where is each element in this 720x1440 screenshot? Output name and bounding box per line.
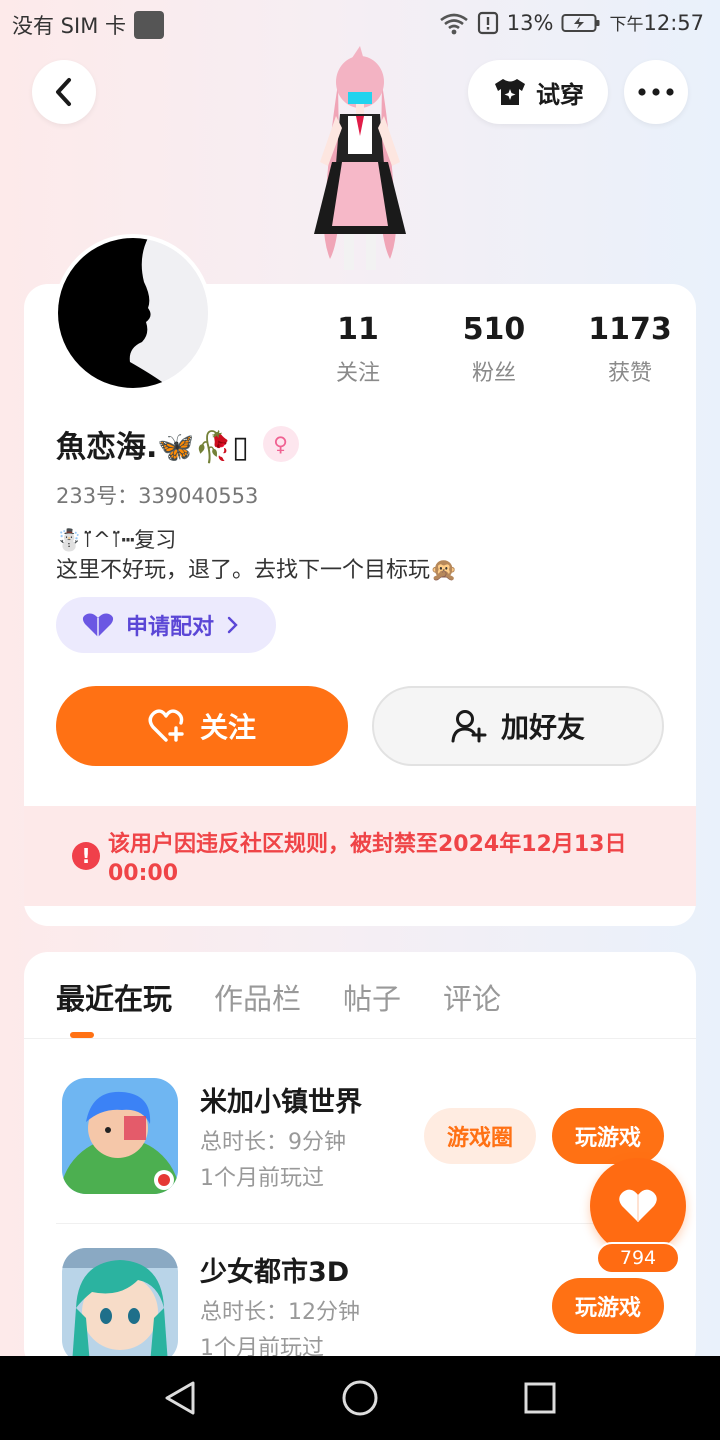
game-circle-button[interactable]: 游戏圈 <box>424 1108 536 1164</box>
nav-back-button[interactable] <box>160 1378 200 1418</box>
bio-line-1: ☃️⊺̈^⊺̈┅复习 <box>56 528 177 552</box>
tab-recently-played[interactable]: 最近在玩 <box>56 976 172 1018</box>
tshirt-icon <box>495 79 525 105</box>
nav-home-button[interactable] <box>340 1378 380 1418</box>
female-gender-icon: ♀ <box>262 426 299 462</box>
more-dots-icon <box>638 88 674 96</box>
bio-line-2: 这里不好玩，退了。去找下一个目标玩🙊 <box>56 558 458 583</box>
add-friend-label: 加好友 <box>500 711 585 744</box>
game-last-played: 1个月前玩过 <box>200 1166 324 1191</box>
system-nav-bar <box>0 1356 720 1440</box>
game-duration: 总时长：12分钟 <box>200 1300 360 1325</box>
carrier-label: 没有 SIM 卡 <box>12 14 126 38</box>
silhouette-avatar-image <box>58 238 208 388</box>
nav-recents-button[interactable] <box>520 1378 560 1418</box>
clock-time: 12:57 <box>643 11 704 35</box>
character-3d-avatar[interactable] <box>290 44 430 274</box>
list-item[interactable]: 少女都市3D 总时长：12分钟 1个月前玩过 玩游戏 <box>56 1242 666 1372</box>
circle-home-icon <box>342 1380 378 1416</box>
game-duration: 总时长：9分钟 <box>200 1130 346 1155</box>
time-ampm: 下午 <box>609 15 644 35</box>
content-card: 最近在玩 作品栏 帖子 评论 米加小镇世界 总时长：9分钟 1个月前玩过 游戏圈… <box>24 952 696 1372</box>
ban-notice: ! 该用户因违反社区规则，被封禁至2024年12月13日 00:00 <box>24 806 696 906</box>
sim-card-icon <box>134 11 164 39</box>
play-game-button[interactable]: 玩游戏 <box>552 1108 664 1164</box>
try-on-label: 试穿 <box>536 80 584 109</box>
triangle-back-icon <box>165 1381 195 1415</box>
stat-likes[interactable]: 1173 获赞 <box>562 312 698 387</box>
tab-posts[interactable]: 帖子 <box>343 976 401 1018</box>
request-pair-button[interactable]: 申请配对 <box>56 597 276 653</box>
tab-works[interactable]: 作品栏 <box>214 976 301 1018</box>
heart-icon <box>619 1189 657 1222</box>
stat-value: 510 <box>462 312 526 347</box>
follow-label: 关注 <box>199 711 256 744</box>
stat-fans[interactable]: 510 粉丝 <box>426 312 562 387</box>
like-count: 794 <box>596 1242 680 1274</box>
square-recents-icon <box>524 1382 556 1414</box>
heart-plus-icon <box>148 709 184 742</box>
tab-bar: 最近在玩 作品栏 帖子 评论 <box>56 976 501 1018</box>
stat-label: 关注 <box>335 361 380 386</box>
chevron-left-icon <box>56 78 71 106</box>
ban-notice-text: 该用户因违反社区规则，被封禁至2024年12月13日 00:00 <box>108 832 627 886</box>
game-title: 米加小镇世界 <box>200 1087 362 1118</box>
status-bar: 没有 SIM 卡 13% 下午12:57 <box>0 0 720 50</box>
divider <box>24 1038 696 1039</box>
more-button[interactable] <box>624 60 688 124</box>
user-id: 233号：339040553 <box>56 484 259 508</box>
back-button[interactable] <box>32 60 96 124</box>
avatar[interactable] <box>54 234 212 392</box>
battery-percent: 13% <box>506 10 554 35</box>
game-title: 少女都市3D <box>200 1257 350 1288</box>
nickname-row: 魚恋海.🦋🥀▯ ♀ <box>56 422 299 466</box>
alert-icon <box>477 11 499 35</box>
battery-charging-icon <box>561 12 601 34</box>
wifi-icon <box>439 11 469 35</box>
stat-label: 粉丝 <box>471 361 516 386</box>
game-icon-image[interactable] <box>62 1078 178 1194</box>
stat-label: 获赞 <box>607 361 652 386</box>
stat-value: 11 <box>337 312 379 347</box>
play-game-button[interactable]: 玩游戏 <box>552 1278 664 1334</box>
tab-comments[interactable]: 评论 <box>443 976 501 1018</box>
stat-value: 1173 <box>588 312 672 347</box>
follow-button[interactable]: 关注 <box>56 686 348 766</box>
stat-following[interactable]: 11 关注 <box>290 312 426 387</box>
stats-row: 11 关注 510 粉丝 1173 获赞 <box>290 312 700 387</box>
try-on-button[interactable]: 试穿 <box>468 60 608 124</box>
add-friend-button[interactable]: 加好友 <box>372 686 664 766</box>
list-item[interactable]: 米加小镇世界 总时长：9分钟 1个月前玩过 游戏圈 玩游戏 <box>56 1072 666 1224</box>
chevron-right-icon <box>227 616 238 634</box>
game-icon-image[interactable] <box>62 1248 178 1364</box>
heart-pair-icon <box>82 613 114 637</box>
like-button[interactable] <box>590 1158 686 1254</box>
nickname: 魚恋海.🦋🥀▯ <box>56 430 249 465</box>
warning-icon: ! <box>72 842 100 870</box>
request-pair-label: 申请配对 <box>126 615 215 640</box>
add-user-icon <box>451 710 487 743</box>
